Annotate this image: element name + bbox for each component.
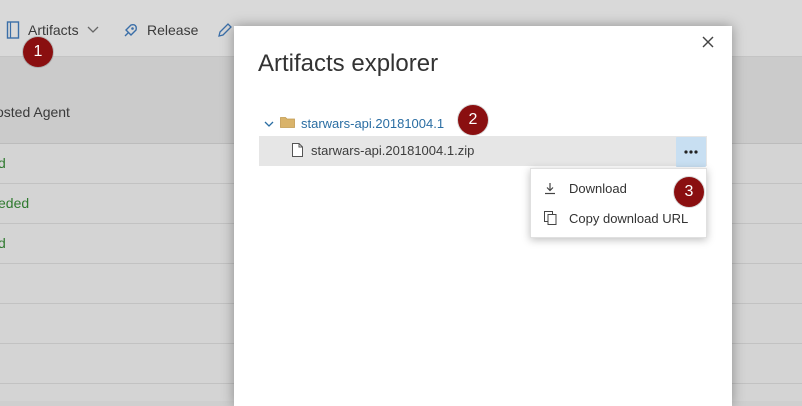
row-status: d (0, 235, 6, 251)
folder-name: starwars-api.20181004.1 (301, 115, 445, 131)
column-header-agent: osted Agent (0, 104, 70, 120)
copy-icon (543, 211, 557, 225)
more-actions-button[interactable] (676, 137, 706, 167)
file-icon (292, 143, 303, 162)
annotation-badge-2: 2 (458, 105, 488, 135)
download-label: Download (569, 180, 627, 196)
file-name: starwars-api.20181004.1.zip (311, 143, 475, 158)
annotation-badge-1: 1 (23, 37, 53, 67)
artifacts-label: Artifacts (28, 22, 79, 38)
copy-url-label: Copy download URL (569, 210, 689, 226)
pencil-icon (217, 22, 233, 38)
edit-button[interactable] (217, 20, 233, 40)
folder-icon (280, 116, 295, 131)
annotation-badge-3: 3 (674, 177, 704, 207)
download-icon (543, 181, 557, 195)
rocket-icon (122, 22, 139, 39)
release-button[interactable]: Release (122, 20, 198, 40)
chevron-down-icon (87, 26, 99, 34)
release-label: Release (147, 22, 199, 38)
row-status: d (0, 155, 6, 171)
artifact-file-row[interactable]: starwars-api.20181004.1.zip (259, 136, 707, 166)
artifacts-icon (6, 21, 20, 39)
artifacts-explorer-dialog: Artifacts explorer starwars-api.20181004… (234, 26, 732, 406)
artifact-folder-node[interactable]: starwars-api.20181004.1 (264, 112, 444, 134)
row-status: eded (0, 195, 30, 211)
artifacts-menu[interactable]: Artifacts (6, 20, 99, 40)
chevron-down-icon[interactable] (264, 116, 274, 131)
close-icon (698, 36, 718, 56)
close-button[interactable] (698, 32, 718, 52)
dialog-title: Artifacts explorer (258, 50, 439, 77)
menu-item-copy-url[interactable]: Copy download URL (531, 203, 706, 233)
